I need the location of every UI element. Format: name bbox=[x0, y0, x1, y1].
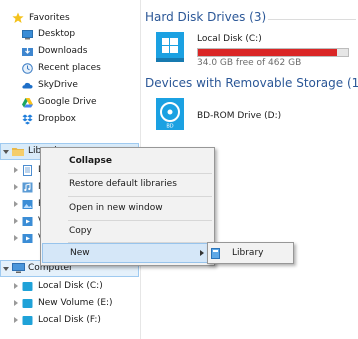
expand-arrow-icon[interactable] bbox=[14, 184, 18, 190]
drive-icon bbox=[22, 298, 33, 309]
nav-google-drive-label: Google Drive bbox=[38, 97, 97, 107]
library-icon bbox=[211, 247, 220, 259]
menu-item-collapse[interactable]: Collapse bbox=[42, 151, 213, 171]
videos-icon bbox=[22, 233, 33, 244]
videos-icon bbox=[22, 216, 33, 227]
nav-favorites-label: Favorites bbox=[29, 13, 70, 23]
submenu-arrow-icon bbox=[200, 250, 204, 256]
menu-item-new[interactable]: New bbox=[42, 243, 213, 263]
drive-c-free-space: 34.0 GB free of 462 GB bbox=[197, 58, 302, 68]
expand-arrow-icon[interactable] bbox=[14, 283, 18, 289]
menu-item-copy[interactable]: Copy bbox=[42, 221, 213, 241]
expand-arrow-icon[interactable] bbox=[14, 300, 18, 306]
clock-icon bbox=[22, 62, 33, 74]
menu-item-label: New bbox=[70, 248, 90, 258]
windows-drive-icon bbox=[155, 31, 185, 66]
expand-arrow-icon[interactable] bbox=[14, 235, 18, 241]
menu-item-label: Restore default libraries bbox=[69, 179, 177, 189]
bd-rom-name: BD-ROM Drive (D:) bbox=[197, 111, 282, 121]
nav-favorites[interactable]: Favorites bbox=[12, 10, 70, 26]
nav-local-disk-c[interactable]: Local Disk (C:) bbox=[22, 278, 103, 294]
menu-item-restore-default-libraries[interactable]: Restore default libraries bbox=[42, 174, 213, 194]
nav-desktop-label: Desktop bbox=[38, 29, 76, 39]
context-menu: Collapse Restore default libraries Open … bbox=[40, 147, 215, 266]
nav-downloads[interactable]: Downloads bbox=[22, 43, 87, 59]
documents-icon bbox=[22, 164, 33, 176]
menu-item-label: Collapse bbox=[69, 156, 112, 166]
expand-arrow-icon[interactable] bbox=[14, 218, 18, 224]
desktop-icon bbox=[22, 29, 33, 40]
svg-text:BD: BD bbox=[166, 124, 173, 130]
drive-c-usage-bar bbox=[197, 48, 349, 57]
menu-item-label: Copy bbox=[69, 226, 92, 236]
expand-arrow-icon[interactable] bbox=[14, 167, 18, 173]
nav-dropbox[interactable]: Dropbox bbox=[22, 111, 76, 127]
nav-skydrive-label: SkyDrive bbox=[38, 80, 78, 90]
expand-computer-icon[interactable] bbox=[3, 267, 9, 271]
nav-skydrive[interactable]: SkyDrive bbox=[22, 77, 78, 93]
expand-arrow-icon[interactable] bbox=[14, 317, 18, 323]
computer-icon bbox=[12, 262, 25, 274]
drive-c-name: Local Disk (C:) bbox=[197, 34, 262, 44]
nav-new-volume-e[interactable]: New Volume (E:) bbox=[22, 295, 113, 311]
menu-item-open-new-window[interactable]: Open in new window bbox=[42, 198, 213, 218]
nav-new-volume-label: New Volume (E:) bbox=[38, 298, 113, 308]
star-icon bbox=[12, 12, 24, 24]
nav-google-drive[interactable]: Google Drive bbox=[22, 94, 97, 110]
nav-dropbox-label: Dropbox bbox=[38, 114, 76, 124]
drive-icon bbox=[22, 281, 33, 292]
nav-local-disk-f[interactable]: Local Disk (F:) bbox=[22, 312, 101, 328]
pictures-icon bbox=[22, 199, 33, 210]
hdd-section-header[interactable]: Hard Disk Drives (3) bbox=[145, 10, 266, 24]
dropbox-icon bbox=[22, 114, 33, 125]
submenu-item-library[interactable]: Library bbox=[211, 246, 290, 260]
removable-section-header[interactable]: Devices with Removable Storage (1) bbox=[145, 76, 358, 90]
new-submenu: Library bbox=[207, 242, 294, 264]
nav-recent-places[interactable]: Recent places bbox=[22, 60, 101, 76]
menu-separator bbox=[68, 196, 212, 197]
google-drive-icon bbox=[22, 97, 33, 108]
nav-local-c-label: Local Disk (C:) bbox=[38, 281, 103, 291]
nav-recent-label: Recent places bbox=[38, 63, 101, 73]
downloads-icon bbox=[22, 46, 33, 57]
expand-arrow-icon[interactable] bbox=[14, 201, 18, 207]
drive-icon bbox=[22, 315, 33, 326]
section-divider bbox=[268, 19, 356, 20]
music-icon bbox=[22, 182, 33, 193]
drive-c-usage-fill bbox=[198, 49, 337, 56]
cloud-icon bbox=[22, 80, 33, 91]
nav-local-f-label: Local Disk (F:) bbox=[38, 315, 101, 325]
submenu-item-label: Library bbox=[232, 248, 264, 258]
menu-item-label: Open in new window bbox=[69, 203, 163, 213]
disc-drive-icon: BD bbox=[155, 97, 185, 134]
nav-downloads-label: Downloads bbox=[38, 46, 88, 56]
libraries-folder-icon bbox=[12, 146, 24, 157]
expand-libraries-icon[interactable] bbox=[3, 150, 9, 154]
nav-desktop[interactable]: Desktop bbox=[22, 26, 75, 42]
